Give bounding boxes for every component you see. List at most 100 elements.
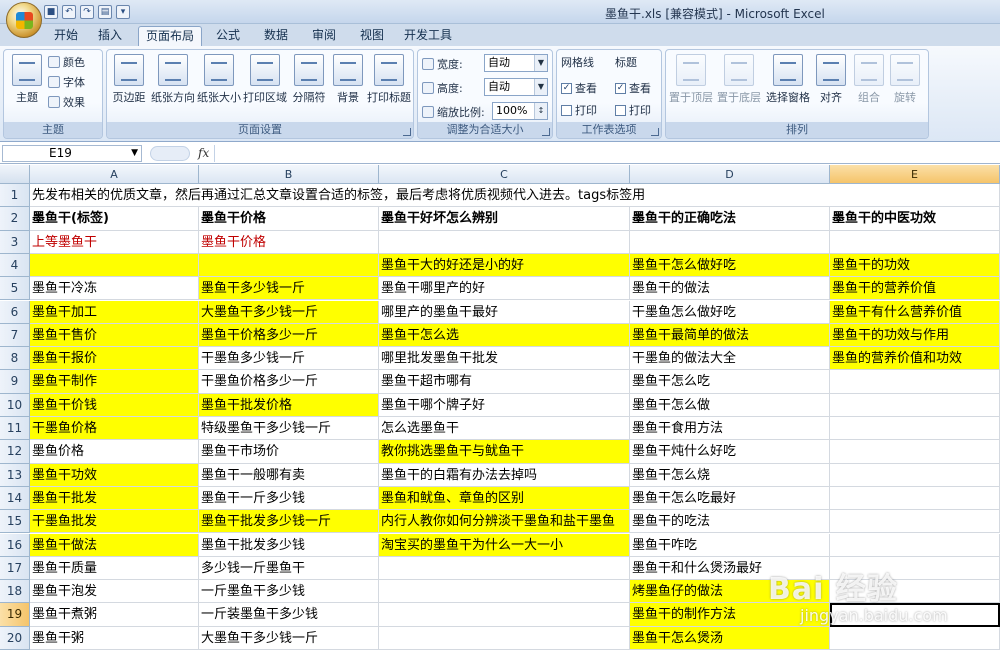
height-dropdown-icon[interactable]: ▼ [534, 79, 547, 95]
cell-d20[interactable]: 墨鱼干怎么煲汤 [630, 626, 830, 650]
send-to-back-button[interactable]: 置于底层 [716, 54, 762, 105]
cell-a4[interactable] [30, 253, 199, 278]
cell-e5[interactable]: 墨鱼干的营养价值 [830, 277, 1000, 301]
cell-c3[interactable] [379, 230, 630, 254]
cell-b8[interactable]: 干墨鱼多少钱一斤 [199, 347, 379, 371]
cell-d13[interactable]: 墨鱼干怎么烧 [630, 463, 830, 487]
cell-c12[interactable]: 教你挑选墨鱼干与鱿鱼干 [379, 440, 630, 464]
cell-e4[interactable]: 墨鱼干的功效 [830, 253, 1000, 278]
cell-d10[interactable]: 墨鱼干怎么做 [630, 393, 830, 417]
cell-d3[interactable] [630, 230, 830, 254]
bring-to-front-button[interactable]: 置于顶层 [668, 54, 714, 105]
cell-a17[interactable]: 墨鱼干质量 [30, 556, 199, 581]
office-button[interactable] [6, 2, 42, 38]
cell-b12[interactable]: 墨鱼干市场价 [199, 440, 379, 464]
cell-a19[interactable]: 墨鱼干煮粥 [30, 603, 199, 627]
cell-a14[interactable]: 墨鱼干批发 [30, 486, 199, 511]
tab-formulas[interactable]: 公式 [210, 26, 246, 46]
cell-c20[interactable] [379, 626, 630, 650]
cell-c10[interactable]: 墨鱼干哪个牌子好 [379, 393, 630, 417]
tab-home[interactable]: 开始 [48, 26, 84, 46]
scale-spin-icon[interactable]: ↕ [534, 103, 547, 119]
cell-b11[interactable]: 特级墨鱼干多少钱一斤 [199, 417, 379, 441]
cell-a15[interactable]: 干墨鱼批发 [30, 510, 199, 534]
cell-b19[interactable]: 一斤装墨鱼干多少钱 [199, 603, 379, 627]
gridlines-view-checkbox[interactable]: ✓ 查看 [561, 80, 597, 96]
background-button[interactable]: 背景 [331, 54, 365, 105]
cell-c5[interactable]: 墨鱼干哪里产的好 [379, 277, 630, 301]
cell-d2[interactable]: 墨鱼干的正确吃法 [630, 207, 830, 231]
align-button[interactable]: 对齐 [814, 54, 848, 105]
print-titles-button[interactable]: 打印标题 [365, 54, 413, 105]
size-button[interactable]: 纸张大小 [197, 54, 241, 105]
cell-a13[interactable]: 墨鱼干功效 [30, 463, 199, 487]
selection-pane-button[interactable]: 选择窗格 [764, 54, 812, 105]
name-box[interactable]: E19 ▼ [2, 145, 142, 162]
cell-c18[interactable] [379, 580, 630, 604]
tab-insert[interactable]: 插入 [92, 26, 128, 46]
formula-input[interactable] [214, 145, 998, 162]
column-header-e[interactable]: E [830, 165, 1000, 184]
cell-d14[interactable]: 墨鱼干怎么吃最好 [630, 486, 830, 511]
cell-b17[interactable]: 多少钱一斤墨鱼干 [199, 556, 379, 581]
customize-qat-icon[interactable]: ▾ [116, 5, 130, 19]
cell-b20[interactable]: 大墨鱼干多少钱一斤 [199, 626, 379, 650]
cell-b3[interactable]: 墨鱼干价格 [199, 230, 379, 254]
cell-e8[interactable]: 墨鱼的营养价值和功效 [830, 347, 1000, 371]
cell-e19[interactable] [830, 603, 1000, 627]
headings-print-checkbox[interactable]: 打印 [615, 102, 651, 118]
cell-d12[interactable]: 墨鱼干炖什么好吃 [630, 440, 830, 464]
cell-d9[interactable]: 墨鱼干怎么吃 [630, 370, 830, 394]
row-header[interactable]: 10 [0, 393, 30, 417]
cell-d17[interactable]: 墨鱼干和什么煲汤最好 [630, 556, 830, 581]
column-header-b[interactable]: B [199, 165, 379, 184]
row-header[interactable]: 19 [0, 603, 30, 627]
themes-button[interactable]: 主题 [8, 54, 46, 105]
cell-a16[interactable]: 墨鱼干做法 [30, 533, 199, 557]
row-header[interactable]: 9 [0, 370, 30, 394]
cell-e14[interactable] [830, 486, 1000, 511]
cell-d18[interactable]: 烤墨鱼仔的做法 [630, 580, 830, 604]
tab-data[interactable]: 数据 [258, 26, 294, 46]
cell-c2[interactable]: 墨鱼干好坏怎么辨别 [379, 207, 630, 231]
row-header[interactable]: 5 [0, 277, 30, 301]
cell-e3[interactable] [830, 230, 1000, 254]
cell-c19[interactable] [379, 603, 630, 627]
cell-e6[interactable]: 墨鱼干有什么营养价值 [830, 300, 1000, 324]
cell-c17[interactable] [379, 556, 630, 581]
cell-e20[interactable] [830, 626, 1000, 650]
cell-e11[interactable] [830, 417, 1000, 441]
undo-icon[interactable]: ↶ [62, 5, 76, 19]
cell-b16[interactable]: 墨鱼干批发多少钱 [199, 533, 379, 557]
cell-a20[interactable]: 墨鱼干粥 [30, 626, 199, 650]
width-select[interactable]: 自动 ▼ [484, 54, 548, 72]
sheet-options-launcher-icon[interactable] [651, 128, 659, 136]
cell-b14[interactable]: 墨鱼干一斤多少钱 [199, 486, 379, 511]
cell-a6[interactable]: 墨鱼干加工 [30, 300, 199, 324]
column-header-d[interactable]: D [630, 165, 830, 184]
cell-a3[interactable]: 上等墨鱼干 [30, 230, 199, 254]
redo-icon[interactable]: ↷ [80, 5, 94, 19]
scale-launcher-icon[interactable] [542, 128, 550, 136]
cell-a9[interactable]: 墨鱼干制作 [30, 370, 199, 394]
cell-d8[interactable]: 干墨鱼的做法大全 [630, 347, 830, 371]
worksheet-grid[interactable]: A B C D E 1 先发布相关的优质文章，然后再通过汇总文章设置合适的标签，最后考虑将优… [0, 165, 1000, 651]
tab-page-layout[interactable]: 页面布局 [138, 26, 202, 46]
tab-developer[interactable]: 开发工具 [398, 26, 458, 46]
cell-e17[interactable] [830, 556, 1000, 581]
cell-c15[interactable]: 内行人教你如何分辨淡干墨鱼和盐干墨鱼 [379, 510, 630, 534]
cell-a7[interactable]: 墨鱼干售价 [30, 323, 199, 348]
cell-c16[interactable]: 淘宝买的墨鱼干为什么一大一小 [379, 533, 630, 557]
row-header[interactable]: 2 [0, 207, 30, 231]
cell-a18[interactable]: 墨鱼干泡发 [30, 580, 199, 604]
row-header[interactable]: 20 [0, 626, 30, 650]
cell-b10[interactable]: 墨鱼干批发价格 [199, 393, 379, 417]
row-header[interactable]: 4 [0, 253, 30, 278]
breaks-button[interactable]: 分隔符 [289, 54, 329, 105]
width-dropdown-icon[interactable]: ▼ [534, 55, 547, 71]
effects-button[interactable]: 效果 [48, 94, 85, 110]
cell-b13[interactable]: 墨鱼干一般哪有卖 [199, 463, 379, 487]
row-header[interactable]: 11 [0, 417, 30, 441]
cell-b2[interactable]: 墨鱼干价格 [199, 207, 379, 231]
name-box-dropdown-icon[interactable]: ▼ [131, 146, 138, 161]
